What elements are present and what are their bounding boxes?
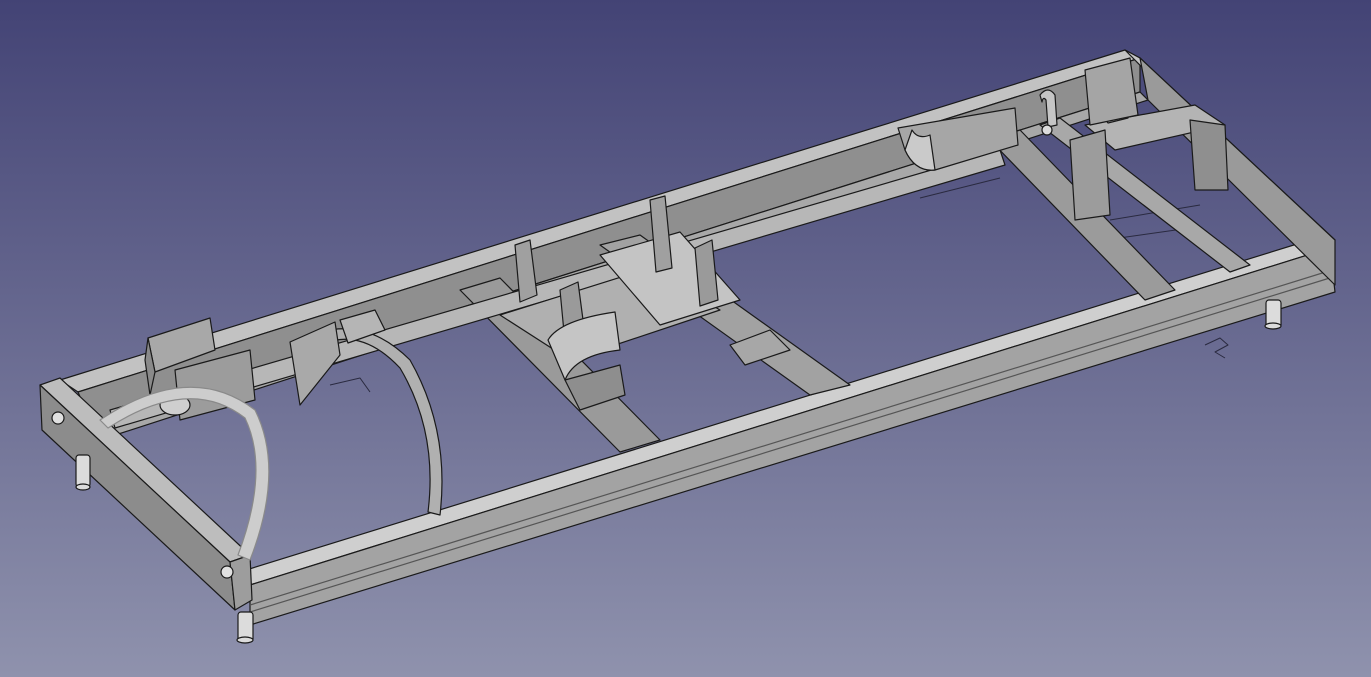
right-bolt-hole bbox=[1041, 124, 1053, 136]
3d-scene[interactable] bbox=[0, 0, 1371, 677]
right-clamp-post bbox=[1069, 129, 1111, 221]
right-clamp-wall bbox=[1189, 119, 1229, 191]
right-end-block bbox=[1084, 57, 1139, 126]
3d-viewport[interactable] bbox=[0, 0, 1371, 677]
left-bolt-hole-bottom bbox=[220, 565, 234, 579]
left-bolt-hole-top bbox=[51, 411, 65, 425]
